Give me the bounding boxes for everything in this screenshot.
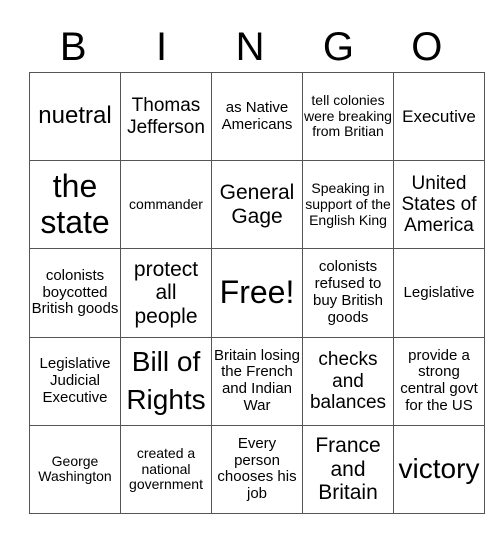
bingo-cell[interactable]: Legislative	[393, 248, 485, 338]
bingo-cell[interactable]: nuetral	[29, 71, 121, 162]
bingo-row: nuetral Thomas Jefferson as Native Ameri…	[29, 71, 485, 162]
bingo-cell[interactable]: colonists boycotted British goods	[29, 248, 121, 338]
bingo-cell[interactable]: tell colonies were breaking from Britian	[302, 71, 394, 162]
header-letter-b: B	[59, 25, 87, 69]
bingo-cell[interactable]: United States of America	[393, 160, 485, 250]
bingo-cell[interactable]: provide a strong central govt for the US	[393, 336, 485, 426]
bingo-row: Legislative Judicial Executive Bill of R…	[29, 336, 485, 426]
bingo-cell[interactable]: Every person chooses his job	[211, 424, 303, 515]
bingo-cell[interactable]: created a national government	[120, 424, 212, 515]
bingo-cell[interactable]: France and Britain	[302, 424, 394, 515]
bingo-cell[interactable]: colonists refused to buy British goods	[302, 248, 394, 338]
bingo-cell[interactable]: checks and balances	[302, 336, 394, 426]
bingo-card: nuetral Thomas Jefferson as Native Ameri…	[29, 71, 485, 515]
bingo-row: the state commander General Gage Speakin…	[29, 160, 485, 250]
bingo-cell[interactable]: Legislative Judicial Executive	[29, 336, 121, 426]
bingo-cell[interactable]: the state	[29, 160, 121, 250]
bingo-cell[interactable]: General Gage	[211, 160, 303, 250]
bingo-row: George Washington created a national gov…	[29, 424, 485, 515]
header-letter-n: N	[235, 25, 265, 69]
bingo-cell[interactable]: protect all people	[120, 248, 212, 338]
bingo-cell[interactable]: as Native Americans	[211, 71, 303, 162]
header-letter-o: O	[411, 25, 443, 69]
header-letter-i: I	[156, 25, 168, 69]
bingo-cell[interactable]: George Washington	[29, 424, 121, 515]
bingo-cell[interactable]: Executive	[393, 71, 485, 162]
bingo-header: B I N G O	[29, 22, 471, 72]
bingo-cell[interactable]: Speaking in support of the English King	[302, 160, 394, 250]
bingo-row: colonists boycotted British goods protec…	[29, 248, 485, 338]
header-letter-g: G	[322, 25, 354, 69]
bingo-cell[interactable]: commander	[120, 160, 212, 250]
bingo-cell[interactable]: Bill of Rights	[120, 336, 212, 426]
bingo-cell[interactable]: Thomas Jefferson	[120, 71, 212, 162]
bingo-cell[interactable]: victory	[393, 424, 485, 515]
free-space-cell[interactable]: Free!	[211, 248, 303, 338]
bingo-cell[interactable]: Britain losing the French and Indian War	[211, 336, 303, 426]
